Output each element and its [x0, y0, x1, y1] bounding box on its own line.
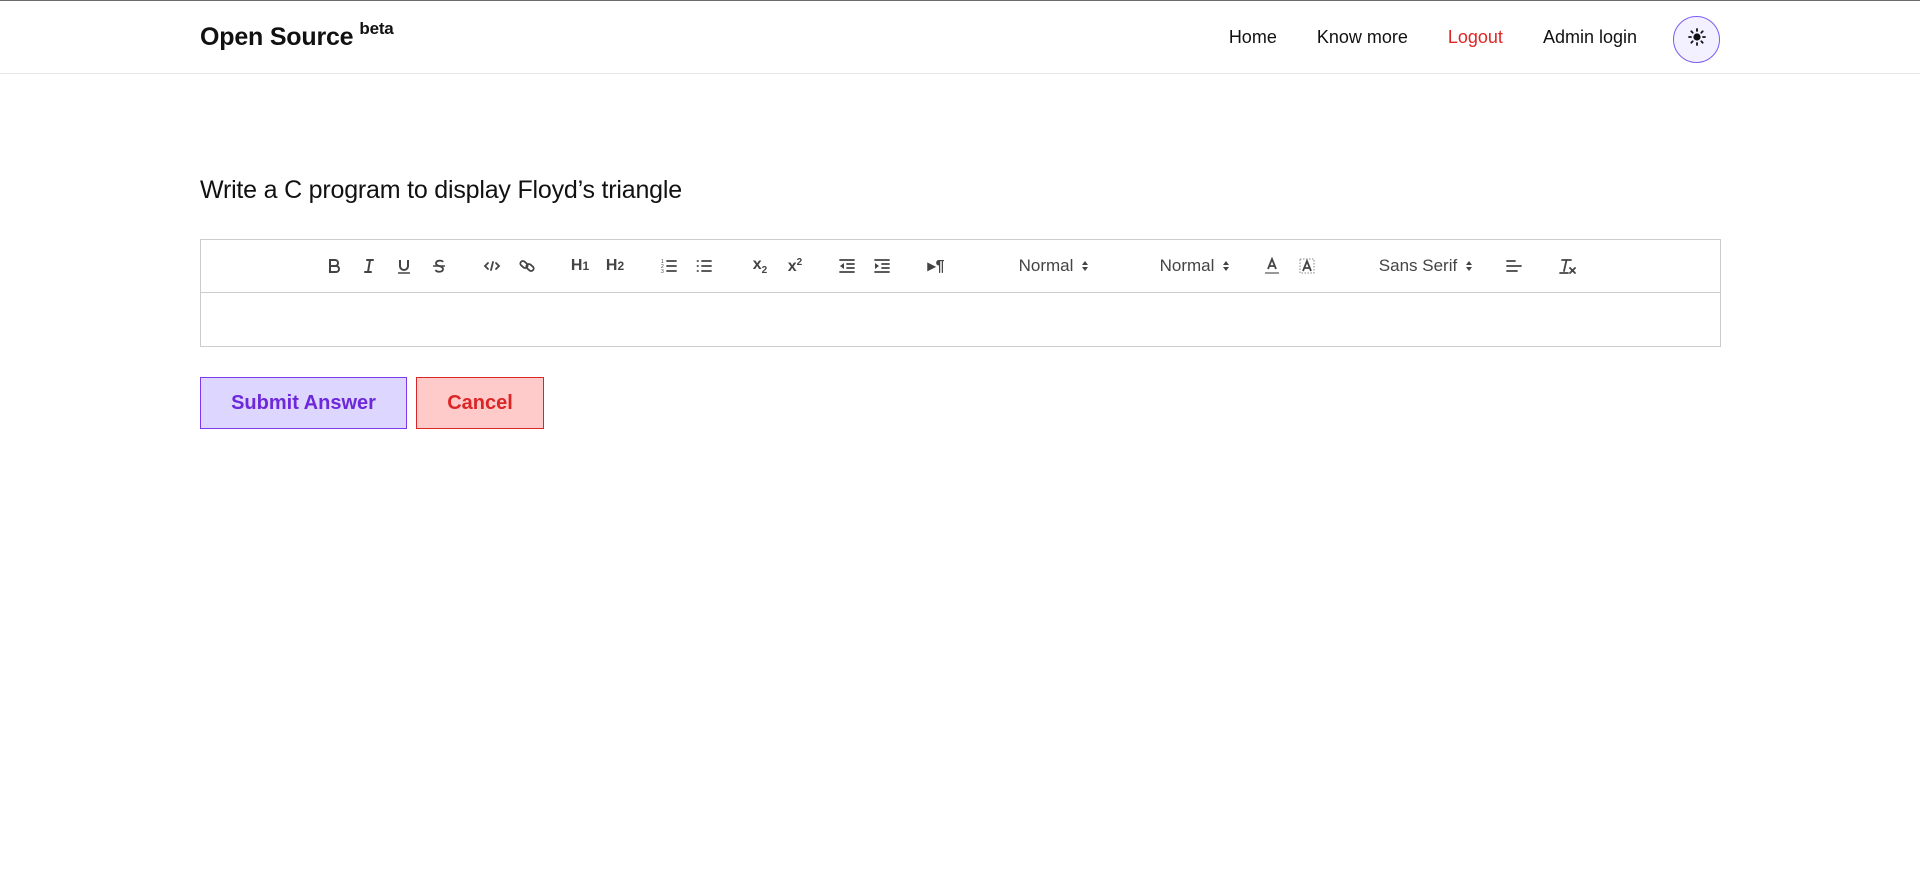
- brand-title: Open Source: [200, 23, 354, 51]
- ordered-list-button[interactable]: 123: [656, 252, 682, 280]
- header-picker-arrows-icon: [1222, 260, 1230, 272]
- subscript-icon: x2: [752, 256, 768, 276]
- underline-button[interactable]: [391, 252, 417, 280]
- bullet-list-icon: [695, 257, 713, 275]
- nav-links: Home Know more Logout Admin login: [1189, 27, 1637, 48]
- size-picker-label: Normal: [1018, 256, 1074, 275]
- h2-icon: H2: [605, 257, 625, 274]
- cancel-button[interactable]: Cancel: [416, 377, 544, 429]
- strike-icon: [430, 257, 448, 275]
- font-picker-arrows-icon: [1465, 260, 1473, 272]
- svg-text:3: 3: [661, 269, 664, 275]
- text-color-button[interactable]: [1259, 252, 1285, 280]
- editor-content-area[interactable]: [201, 293, 1720, 346]
- ordered-list-icon: 123: [660, 257, 678, 275]
- font-picker-label: Sans Serif: [1378, 256, 1458, 275]
- submit-answer-button[interactable]: Submit Answer: [200, 377, 407, 429]
- clear-format-button[interactable]: [1555, 252, 1581, 280]
- brand-logo[interactable]: Open Source beta: [200, 19, 394, 52]
- align-button[interactable]: [1501, 252, 1527, 280]
- superscript-button[interactable]: x2: [781, 252, 809, 280]
- code-button[interactable]: [479, 252, 505, 280]
- navbar: Open Source beta Home Know more Logout A…: [0, 1, 1920, 74]
- strike-button[interactable]: [426, 252, 452, 280]
- code-icon: [483, 257, 501, 275]
- direction-icon: ▸¶: [927, 258, 945, 275]
- h2-button[interactable]: H2: [601, 252, 629, 280]
- size-picker[interactable]: Normal: [1009, 252, 1099, 280]
- h1-button[interactable]: H1: [566, 252, 594, 280]
- italic-icon: [360, 257, 378, 275]
- text-color-icon: [1263, 256, 1281, 276]
- indent-button[interactable]: [869, 252, 895, 280]
- size-picker-arrows-icon: [1081, 260, 1089, 272]
- h1-icon: H1: [570, 257, 590, 274]
- theme-toggle-button[interactable]: [1673, 16, 1720, 63]
- font-picker[interactable]: Sans Serif: [1371, 252, 1481, 280]
- rich-text-editor: H1 H2 123 x2 x2 ▸¶ Normal Normal Sans Se…: [200, 239, 1721, 347]
- bold-icon: [325, 257, 343, 275]
- link-button[interactable]: [514, 252, 540, 280]
- subscript-button[interactable]: x2: [746, 252, 774, 280]
- superscript-icon: x2: [787, 256, 803, 275]
- nav-know-more-link[interactable]: Know more: [1317, 27, 1408, 48]
- header-picker-label: Normal: [1159, 256, 1215, 275]
- beta-badge: beta: [359, 19, 394, 38]
- indent-icon: [873, 257, 891, 275]
- question-title: Write a C program to display Floyd’s tri…: [200, 176, 682, 204]
- bullet-list-button[interactable]: [691, 252, 717, 280]
- align-icon: [1505, 257, 1523, 275]
- editor-toolbar: H1 H2 123 x2 x2 ▸¶ Normal Normal Sans Se…: [201, 240, 1720, 293]
- italic-button[interactable]: [356, 252, 382, 280]
- direction-button[interactable]: ▸¶: [923, 252, 949, 280]
- background-color-button[interactable]: [1294, 252, 1320, 280]
- nav-logout-link[interactable]: Logout: [1448, 27, 1503, 48]
- background-color-icon: [1298, 257, 1316, 275]
- header-picker[interactable]: Normal: [1150, 252, 1240, 280]
- nav-home-link[interactable]: Home: [1229, 27, 1277, 48]
- sun-icon: [1687, 28, 1706, 51]
- outdent-icon: [838, 257, 856, 275]
- outdent-button[interactable]: [834, 252, 860, 280]
- underline-icon: [395, 257, 413, 275]
- link-icon: [518, 257, 536, 275]
- nav-admin-login-link[interactable]: Admin login: [1543, 27, 1637, 48]
- clear-format-icon: [1558, 257, 1578, 275]
- bold-button[interactable]: [321, 252, 347, 280]
